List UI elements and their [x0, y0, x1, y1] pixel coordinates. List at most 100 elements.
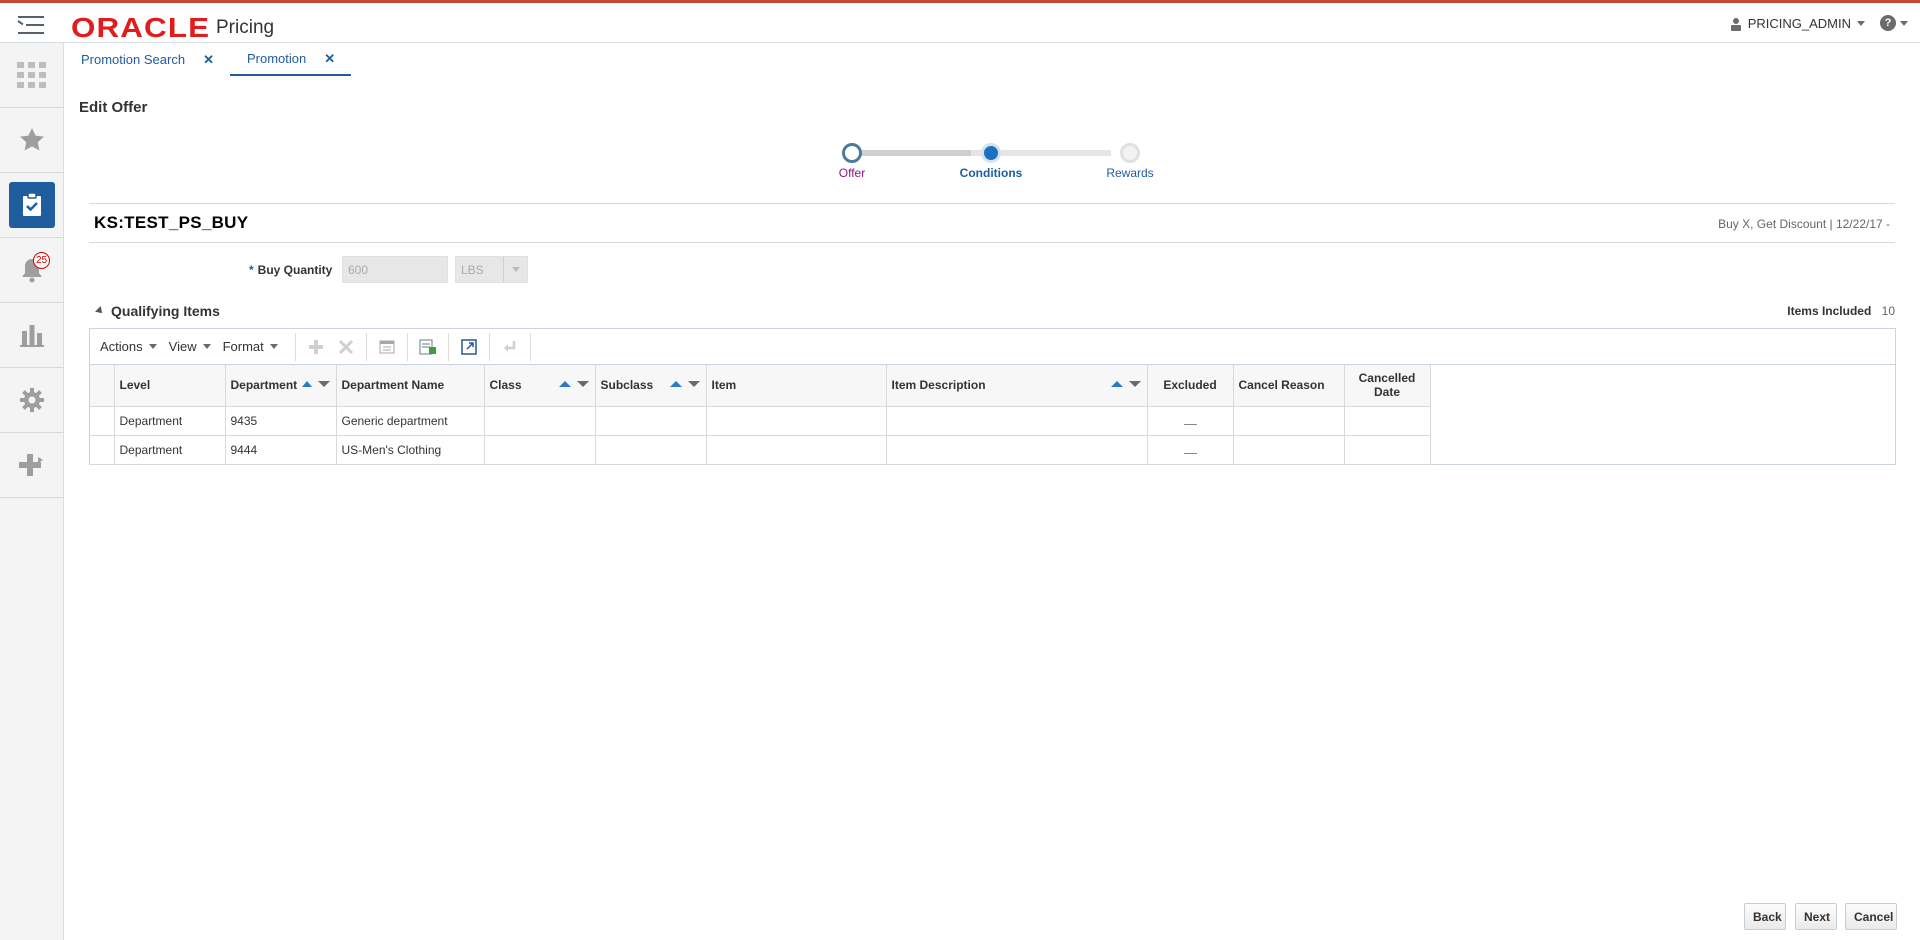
- sort-ascending-icon[interactable]: [558, 381, 571, 387]
- column-header-class[interactable]: Class: [484, 365, 596, 407]
- cell-department: 9435: [225, 406, 337, 436]
- train-label-offer[interactable]: Offer: [802, 166, 902, 180]
- unchecked-checkbox[interactable]: [1183, 423, 1197, 425]
- column-header-item[interactable]: Item: [706, 365, 887, 407]
- table-row[interactable]: Department 9435 Generic department: [90, 406, 1431, 436]
- tab-promotion[interactable]: Promotion ✕: [229, 43, 352, 76]
- offer-name: KS:TEST_PS_BUY: [94, 213, 249, 232]
- cancel-button[interactable]: Cancel: [1845, 903, 1897, 930]
- uom-select[interactable]: LBS: [455, 256, 528, 283]
- bar-chart-icon: [19, 325, 44, 347]
- column-header-department[interactable]: Department: [225, 365, 337, 407]
- nav-tasks[interactable]: [0, 43, 63, 108]
- add-icon[interactable]: [301, 332, 331, 362]
- oracle-logo: ORACLE: [71, 12, 211, 43]
- train-label-rewards[interactable]: Rewards: [1080, 166, 1180, 180]
- required-mark: *: [249, 263, 254, 277]
- tab-label: Promotion: [246, 51, 307, 66]
- notification-badge: 25: [33, 252, 50, 269]
- close-icon[interactable]: ✕: [203, 52, 214, 68]
- nav-reports[interactable]: [0, 303, 63, 368]
- sort-ascending-icon[interactable]: [669, 381, 682, 387]
- gear-icon: [19, 388, 44, 412]
- train-node-conditions[interactable]: [981, 143, 1001, 163]
- next-button[interactable]: Next: [1795, 903, 1837, 930]
- row-header-cell[interactable]: [90, 435, 115, 465]
- delete-icon[interactable]: [331, 332, 361, 362]
- cell-item: [706, 406, 887, 436]
- wrap-icon[interactable]: [495, 332, 525, 362]
- toolbar-separator: [529, 332, 531, 361]
- cell-item: [706, 435, 887, 465]
- cell-department-name: Generic department: [336, 406, 485, 436]
- column-header-subclass[interactable]: Subclass: [595, 365, 707, 407]
- train-node-rewards[interactable]: [1120, 143, 1140, 163]
- unchecked-checkbox[interactable]: [1183, 452, 1197, 454]
- section-title: Qualifying Items: [111, 303, 220, 319]
- sort-descending-icon[interactable]: [576, 381, 589, 387]
- sort-descending-icon[interactable]: [1128, 381, 1141, 387]
- nav-notifications[interactable]: 25: [0, 238, 63, 303]
- chevron-down-icon: [1900, 20, 1908, 26]
- nav-active-box: [8, 182, 55, 228]
- column-header-cancel-reason[interactable]: Cancel Reason: [1233, 365, 1345, 407]
- column-header-cancelled-date[interactable]: Cancelled Date: [1344, 365, 1431, 407]
- help-icon: ?: [1880, 15, 1896, 31]
- toolbar-separator: [488, 332, 490, 361]
- train-label-conditions[interactable]: Conditions: [941, 166, 1041, 180]
- cell-department-name: US-Men's Clothing: [336, 435, 485, 465]
- user-icon: [1730, 17, 1741, 31]
- cell-excluded[interactable]: [1147, 406, 1234, 436]
- plus-arrow-icon: [18, 454, 43, 476]
- divider: [89, 203, 1895, 204]
- cell-class: [484, 406, 596, 436]
- qualifying-items-header[interactable]: Qualifying Items: [95, 303, 220, 319]
- dropdown-button[interactable]: [503, 257, 527, 282]
- nav-tasks-active[interactable]: [0, 173, 63, 238]
- menu-icon[interactable]: [17, 15, 44, 35]
- back-button[interactable]: Back: [1744, 903, 1786, 930]
- actions-menu[interactable]: Actions: [100, 339, 157, 354]
- column-header-excluded[interactable]: Excluded: [1147, 365, 1234, 407]
- help-menu[interactable]: ?: [1880, 15, 1908, 31]
- sort-ascending-icon[interactable]: [301, 381, 312, 387]
- offer-meta: Buy X, Get Discount | 12/22/17 -: [1718, 217, 1890, 231]
- train-node-offer[interactable]: [842, 143, 862, 163]
- cell-level: Department: [114, 406, 226, 436]
- sort-descending-icon[interactable]: [687, 381, 700, 387]
- cell-excluded[interactable]: [1147, 435, 1234, 465]
- document-tabs: Promotion Search ✕ Promotion ✕: [64, 43, 352, 76]
- nav-add[interactable]: [0, 433, 63, 498]
- top-bar: ORACLE Pricing PRICING_ADMIN ?: [0, 0, 1920, 43]
- clipboard-check-icon: [22, 193, 41, 216]
- table-toolbar: Actions View Format: [90, 329, 1895, 365]
- buy-quantity-input[interactable]: 600: [342, 256, 448, 283]
- close-icon[interactable]: ✕: [324, 51, 335, 67]
- nav-favorites[interactable]: [0, 108, 63, 173]
- column-header-item-description[interactable]: Item Description: [886, 365, 1148, 407]
- collapse-icon[interactable]: [95, 306, 105, 316]
- cell-department: 9444: [225, 435, 337, 465]
- view-menu[interactable]: View: [169, 339, 211, 354]
- table-row[interactable]: Department 9444 US-Men's Clothing: [90, 435, 1431, 465]
- cell-level: Department: [114, 435, 226, 465]
- nav-settings[interactable]: [0, 368, 63, 433]
- train-connector: [852, 150, 971, 156]
- detach-icon[interactable]: [454, 332, 484, 362]
- sort-ascending-icon[interactable]: [1110, 381, 1123, 387]
- cell-cancel-reason: [1233, 435, 1345, 465]
- format-menu[interactable]: Format: [223, 339, 278, 354]
- column-header-department-name[interactable]: Department Name: [336, 365, 485, 407]
- row-header-cell[interactable]: [90, 406, 115, 436]
- toolbar-separator: [447, 332, 449, 361]
- toolbar-separator: [406, 332, 408, 361]
- export-icon[interactable]: [413, 332, 443, 362]
- column-header-level[interactable]: Level: [114, 365, 226, 407]
- user-menu[interactable]: PRICING_ADMIN: [1730, 16, 1865, 31]
- toolbar-separator: [365, 332, 367, 361]
- sort-descending-icon[interactable]: [317, 381, 330, 387]
- cell-item-description: [886, 406, 1148, 436]
- tab-promotion-search[interactable]: Promotion Search ✕: [64, 43, 230, 76]
- chevron-down-icon: [269, 344, 278, 349]
- freeze-icon[interactable]: [372, 332, 402, 362]
